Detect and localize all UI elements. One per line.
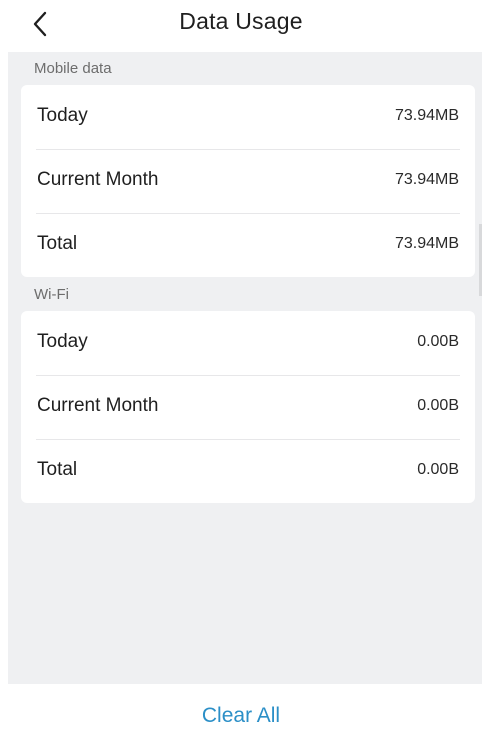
page-title: Data Usage <box>179 8 303 34</box>
row-label: Total <box>37 233 78 254</box>
row-value: 73.94MB <box>394 235 459 252</box>
row-value: 0.00B <box>417 397 459 414</box>
row-value: 0.00B <box>417 333 459 350</box>
row-label: Total <box>37 459 78 480</box>
wifi-row-today[interactable]: Today 0.00B <box>21 311 475 375</box>
data-usage-screen: Data Usage Mobile data Today 73.94MB Cur… <box>0 0 482 747</box>
row-value: 0.00B <box>417 461 459 478</box>
row-label: Today <box>37 331 88 352</box>
footer-bar: Clear All <box>0 684 482 747</box>
row-label: Current Month <box>37 169 159 190</box>
mobile-data-card: Today 73.94MB Current Month 73.94MB Tota… <box>21 85 475 277</box>
row-label: Today <box>37 105 88 126</box>
mobile-data-row-current-month[interactable]: Current Month 73.94MB <box>21 149 475 213</box>
content-area[interactable]: Mobile data Today 73.94MB Current Month … <box>8 52 482 684</box>
clear-all-button[interactable]: Clear All <box>0 704 482 728</box>
section-label-wifi: Wi-Fi <box>34 286 69 303</box>
row-value: 73.94MB <box>394 171 459 188</box>
mobile-data-row-today[interactable]: Today 73.94MB <box>21 85 475 149</box>
wifi-row-current-month[interactable]: Current Month 0.00B <box>21 375 475 439</box>
section-label-mobile-data: Mobile data <box>34 60 112 77</box>
row-label: Current Month <box>37 395 159 416</box>
row-value: 73.94MB <box>394 107 459 124</box>
wifi-card: Today 0.00B Current Month 0.00B Total 0.… <box>21 311 475 503</box>
mobile-data-row-total[interactable]: Total 73.94MB <box>21 213 475 277</box>
header-bar: Data Usage <box>0 0 482 52</box>
wifi-row-total[interactable]: Total 0.00B <box>21 439 475 503</box>
